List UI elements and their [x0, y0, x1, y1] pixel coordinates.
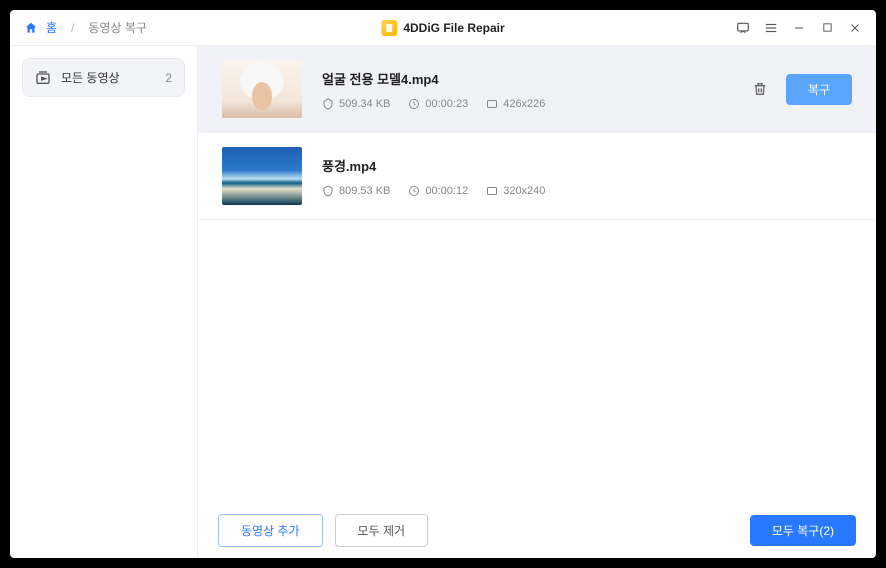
duration-icon [408, 185, 420, 197]
file-list: 얼굴 전용 모델4.mp4 509.34 KB [198, 46, 876, 502]
file-row[interactable]: 얼굴 전용 모델4.mp4 509.34 KB [198, 46, 876, 133]
home-icon[interactable] [24, 21, 38, 35]
breadcrumb-home[interactable]: 홈 [46, 19, 57, 36]
sidebar-item-label: 모든 동영상 [61, 69, 120, 86]
file-size: 809.53 KB [339, 185, 390, 197]
file-size: 509.34 KB [339, 98, 390, 110]
file-duration: 00:00:12 [425, 185, 468, 197]
file-meta: 얼굴 전용 모델4.mp4 509.34 KB [322, 69, 732, 110]
file-meta: 풍경.mp4 809.53 KB [322, 156, 852, 197]
titlebar: 홈 / 동영상 복구 4DDiG File Repair [10, 10, 876, 46]
repair-all-button[interactable]: 모두 복구(2) [750, 515, 856, 546]
delete-icon[interactable] [752, 81, 768, 97]
filesize-icon [322, 185, 334, 197]
dimensions-icon [486, 185, 498, 197]
file-name: 얼굴 전용 모델4.mp4 [322, 69, 732, 88]
main-panel: 얼굴 전용 모델4.mp4 509.34 KB [198, 46, 876, 558]
feedback-icon[interactable] [736, 21, 750, 35]
breadcrumb-current: 동영상 복구 [88, 19, 147, 36]
sidebar-item-all-videos[interactable]: 모든 동영상 2 [22, 58, 185, 97]
file-row[interactable]: 풍경.mp4 809.53 KB [198, 133, 876, 220]
menu-icon[interactable] [764, 21, 778, 35]
remove-all-button[interactable]: 모두 제거 [335, 514, 429, 547]
close-button[interactable] [848, 21, 862, 35]
repair-button[interactable]: 복구 [786, 74, 852, 105]
minimize-button[interactable] [792, 21, 806, 35]
app-logo-icon [381, 20, 397, 36]
maximize-button[interactable] [820, 21, 834, 35]
app-title: 4DDiG File Repair [403, 21, 504, 35]
video-thumbnail [222, 60, 302, 118]
add-video-button[interactable]: 동영상 추가 [218, 514, 323, 547]
duration-icon [408, 98, 420, 110]
breadcrumb-separator: / [71, 21, 74, 35]
video-collection-icon [35, 70, 51, 86]
dimensions-icon [486, 98, 498, 110]
file-name: 풍경.mp4 [322, 156, 852, 175]
content-body: 모든 동영상 2 얼굴 전용 모델4.mp4 509 [10, 46, 876, 558]
app-window: 홈 / 동영상 복구 4DDiG File Repair [10, 10, 876, 558]
footer-bar: 동영상 추가 모두 제거 모두 복구(2) [198, 502, 876, 558]
file-dimensions: 320x240 [503, 185, 545, 197]
sidebar-item-count: 2 [165, 71, 172, 85]
sidebar: 모든 동영상 2 [10, 46, 198, 558]
filesize-icon [322, 98, 334, 110]
file-dimensions: 426x226 [503, 98, 545, 110]
video-thumbnail [222, 147, 302, 205]
file-duration: 00:00:23 [425, 98, 468, 110]
